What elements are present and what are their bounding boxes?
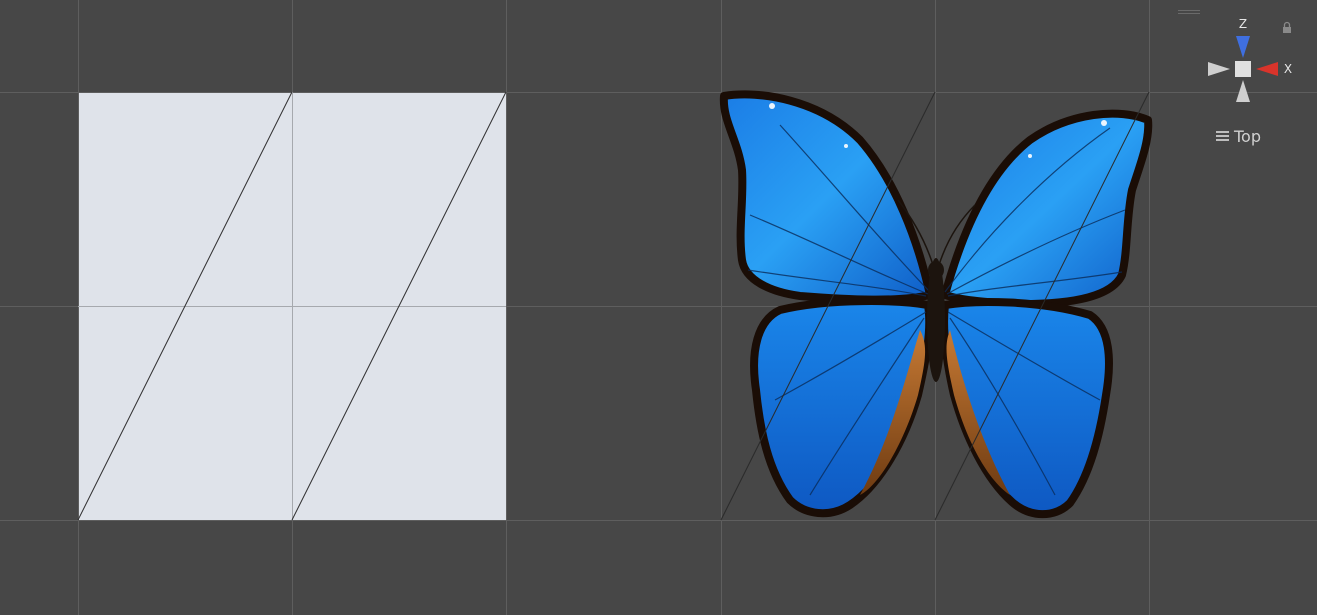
gizmo-x-label: X [1284, 62, 1292, 76]
gizmo-z-label: Z [1239, 17, 1247, 31]
view-mode-label[interactable]: Top [1216, 126, 1261, 146]
butterfly-head [928, 261, 944, 279]
lock-icon[interactable] [1281, 21, 1293, 35]
hamburger-menu-icon [1216, 131, 1229, 141]
drag-handle-icon[interactable] [1178, 10, 1200, 16]
view-mode-text: Top [1234, 126, 1261, 146]
gizmo-center-cube[interactable] [1235, 61, 1251, 77]
scene-viewport[interactable]: Z X [0, 0, 1317, 615]
